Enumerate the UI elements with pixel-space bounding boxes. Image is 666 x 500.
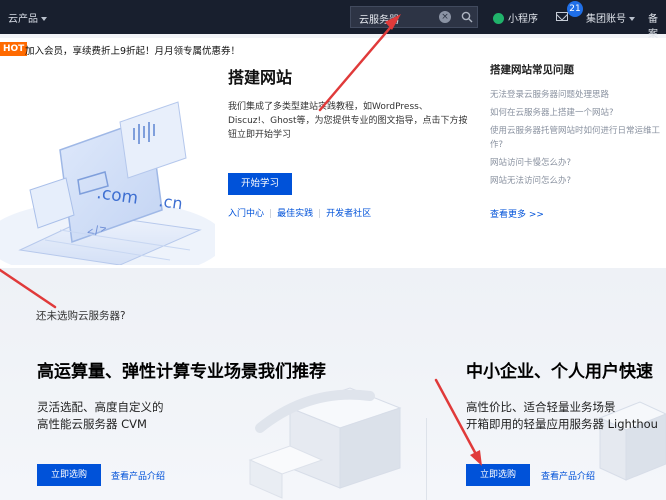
annotation-arrows	[0, 14, 482, 466]
